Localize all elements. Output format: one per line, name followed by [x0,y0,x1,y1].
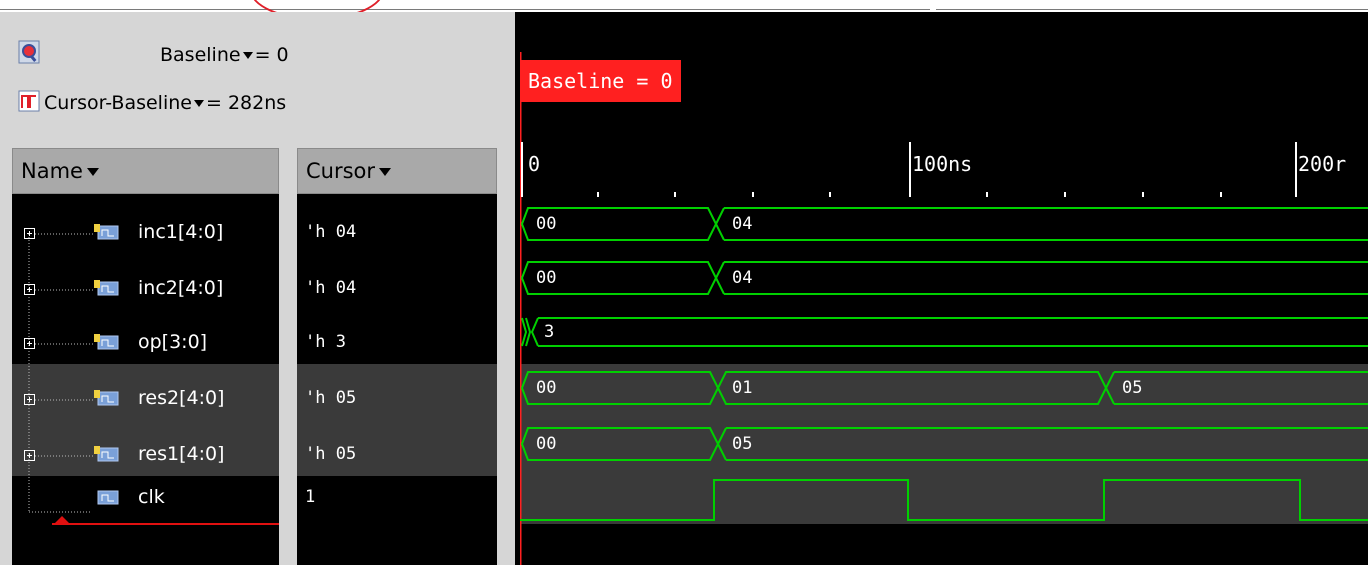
cursor-baseline-control[interactable]: Cursor-Baseline = 282ns [44,92,286,114]
cursor-header-label: Cursor [306,159,392,183]
cursor-column-header[interactable]: Cursor [297,148,497,194]
cursor-baseline-label: Cursor-Baseline [44,92,192,114]
column-gap [279,194,297,565]
expand-icon[interactable] [24,394,35,405]
wave-value-label: 05 [732,434,753,454]
baseline-value: = 0 [254,44,289,66]
name-sort-icon[interactable] [86,168,99,176]
signal-name[interactable]: clk [138,486,165,508]
cursor-sort-icon[interactable] [379,168,392,176]
wave-value-label: 04 [732,214,753,234]
signal-name-column: inc1[4:0] inc2[4:0] op[3:0] res2[4:0] re… [12,194,279,565]
top-divider [0,9,930,10]
wave-value-label: 00 [536,268,557,288]
baseline-dropdown-icon[interactable] [242,52,253,59]
bus-signal-icon [94,224,119,240]
top-divider-right [936,9,1368,10]
expand-icon[interactable] [24,338,35,349]
time-tick-label: 0 [528,152,541,176]
cursor-value: 'h 3 [305,332,346,352]
cursor-value: 'h 04 [305,222,357,242]
name-column-header[interactable]: Name [12,148,279,194]
bus-signal-icon [94,280,119,296]
signal-icon [97,490,119,505]
baseline-label: Baseline [160,44,241,66]
wave-value-label: 05 [1122,378,1143,398]
wave-value-label: 3 [544,322,555,342]
cursor-value: 'h 05 [305,388,357,408]
zoom-icon[interactable] [18,40,40,64]
signal-name[interactable]: res2[4:0] [138,387,224,409]
baseline-marker-tag[interactable]: Baseline = 0 [520,60,681,102]
time-tick-label: 100ns [912,152,973,176]
wave-value-label: 00 [536,214,557,234]
cursor-baseline-dropdown-icon[interactable] [193,100,204,107]
bus-signal-icon [94,334,119,350]
signal-name[interactable]: op[3:0] [138,331,207,353]
signal-name[interactable]: inc2[4:0] [138,277,223,299]
bus-signal-icon [94,446,119,462]
expand-icon[interactable] [24,284,35,295]
time-tick-label: 200r [1298,152,1347,176]
signal-name[interactable]: inc1[4:0] [138,221,223,243]
wave-value-label: 00 [536,434,557,454]
cursor-baseline-icon[interactable] [18,90,40,112]
wave-value-label: 00 [536,378,557,398]
tree-lines [28,233,279,525]
signal-name[interactable]: res1[4:0] [138,443,224,465]
bus-signal-icon [94,390,119,406]
wave-value-label: 04 [732,268,753,288]
cursor-value: 'h 05 [305,444,357,464]
cursor-value: 'h 04 [305,278,357,298]
expand-icon[interactable] [24,450,35,461]
cursor-baseline-value: = 282ns [205,92,287,114]
cursor-value: 1 [305,487,316,507]
expand-icon[interactable] [24,228,35,239]
top-strip [0,0,1368,12]
wave-value-label: 01 [732,378,753,398]
baseline-control[interactable]: Baseline = 0 [160,44,289,66]
name-header-label: Name [21,159,99,183]
cursor-value-column: 'h 04 'h 04 'h 3 'h 05 'h 05 1 [297,194,497,565]
